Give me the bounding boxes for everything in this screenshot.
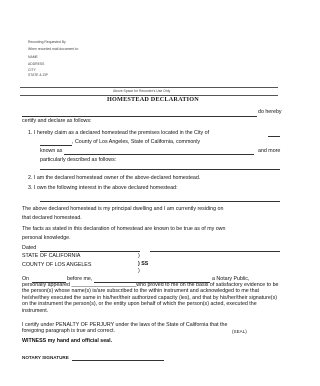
commonly-known-as-field[interactable] — [64, 154, 254, 155]
seal-label: (SEAL) — [232, 329, 247, 334]
state-of-california: STATE OF CALIFORNIA — [22, 253, 81, 259]
mail-document-label: When recorded mail document to: — [28, 47, 79, 51]
facts-statement-line-2: personal knowledge. — [22, 234, 71, 241]
legal-description-field[interactable] — [40, 169, 280, 170]
dwelling-statement-line-1: The above declared homestead is my princ… — [22, 206, 224, 212]
facts-statement-line-1: The facts as stated in this declaration … — [22, 226, 226, 232]
recording-requested-by-label: Recording Requested By — [28, 40, 66, 44]
dwelling-statement-line-2: that declared homestead. — [22, 214, 82, 221]
item-3-text: 3. I own the following interest in the a… — [28, 185, 178, 191]
item-1-line-1: 1. I hereby claim as a declared homestea… — [28, 130, 210, 136]
name-label: NAME — [28, 55, 38, 59]
city-field[interactable] — [268, 136, 280, 137]
item-2-text: 2. I am the declared homestead owner of … — [28, 175, 201, 181]
acknowledgment-text: personally appeared ____________________… — [22, 282, 279, 314]
do-hereby-text: do hereby — [258, 109, 282, 115]
witness-text: WITNESS my hand and official seal. — [22, 338, 113, 344]
document-title: HOMESTEAD DECLARATION — [107, 95, 199, 103]
state-zip-label: STATE & ZIP — [28, 73, 48, 77]
item-1-known-as: known as — [40, 148, 63, 154]
recorder-space-top-rule — [20, 87, 278, 88]
item-1-line-2: , County of Los Angeles, State of Califo… — [72, 139, 201, 145]
declarant-signature-field[interactable] — [150, 251, 280, 252]
interest-field[interactable] — [40, 201, 280, 202]
item-1-and-more: and more — [258, 148, 281, 154]
recorder-space-label: Above Space for Recorder's Use Only — [113, 89, 171, 93]
perjury-line-2: foregoing paragraph is true and correct. — [22, 328, 116, 334]
item-1-line-4: particularly described as follows: — [40, 157, 117, 163]
county-of-los-angeles: COUNTY OF LOS ANGELES — [22, 262, 92, 268]
city-label: CITY — [28, 68, 36, 72]
venue-bracket-3: ) — [138, 268, 140, 274]
notary-signature-label: NOTARY SIGNATURE — [22, 355, 69, 360]
notary-signature-field[interactable] — [72, 359, 164, 361]
city-continued-field[interactable] — [40, 145, 72, 146]
address-label: ADDRESS — [28, 62, 45, 66]
certify-text: certify and declare as follows: — [22, 118, 92, 124]
